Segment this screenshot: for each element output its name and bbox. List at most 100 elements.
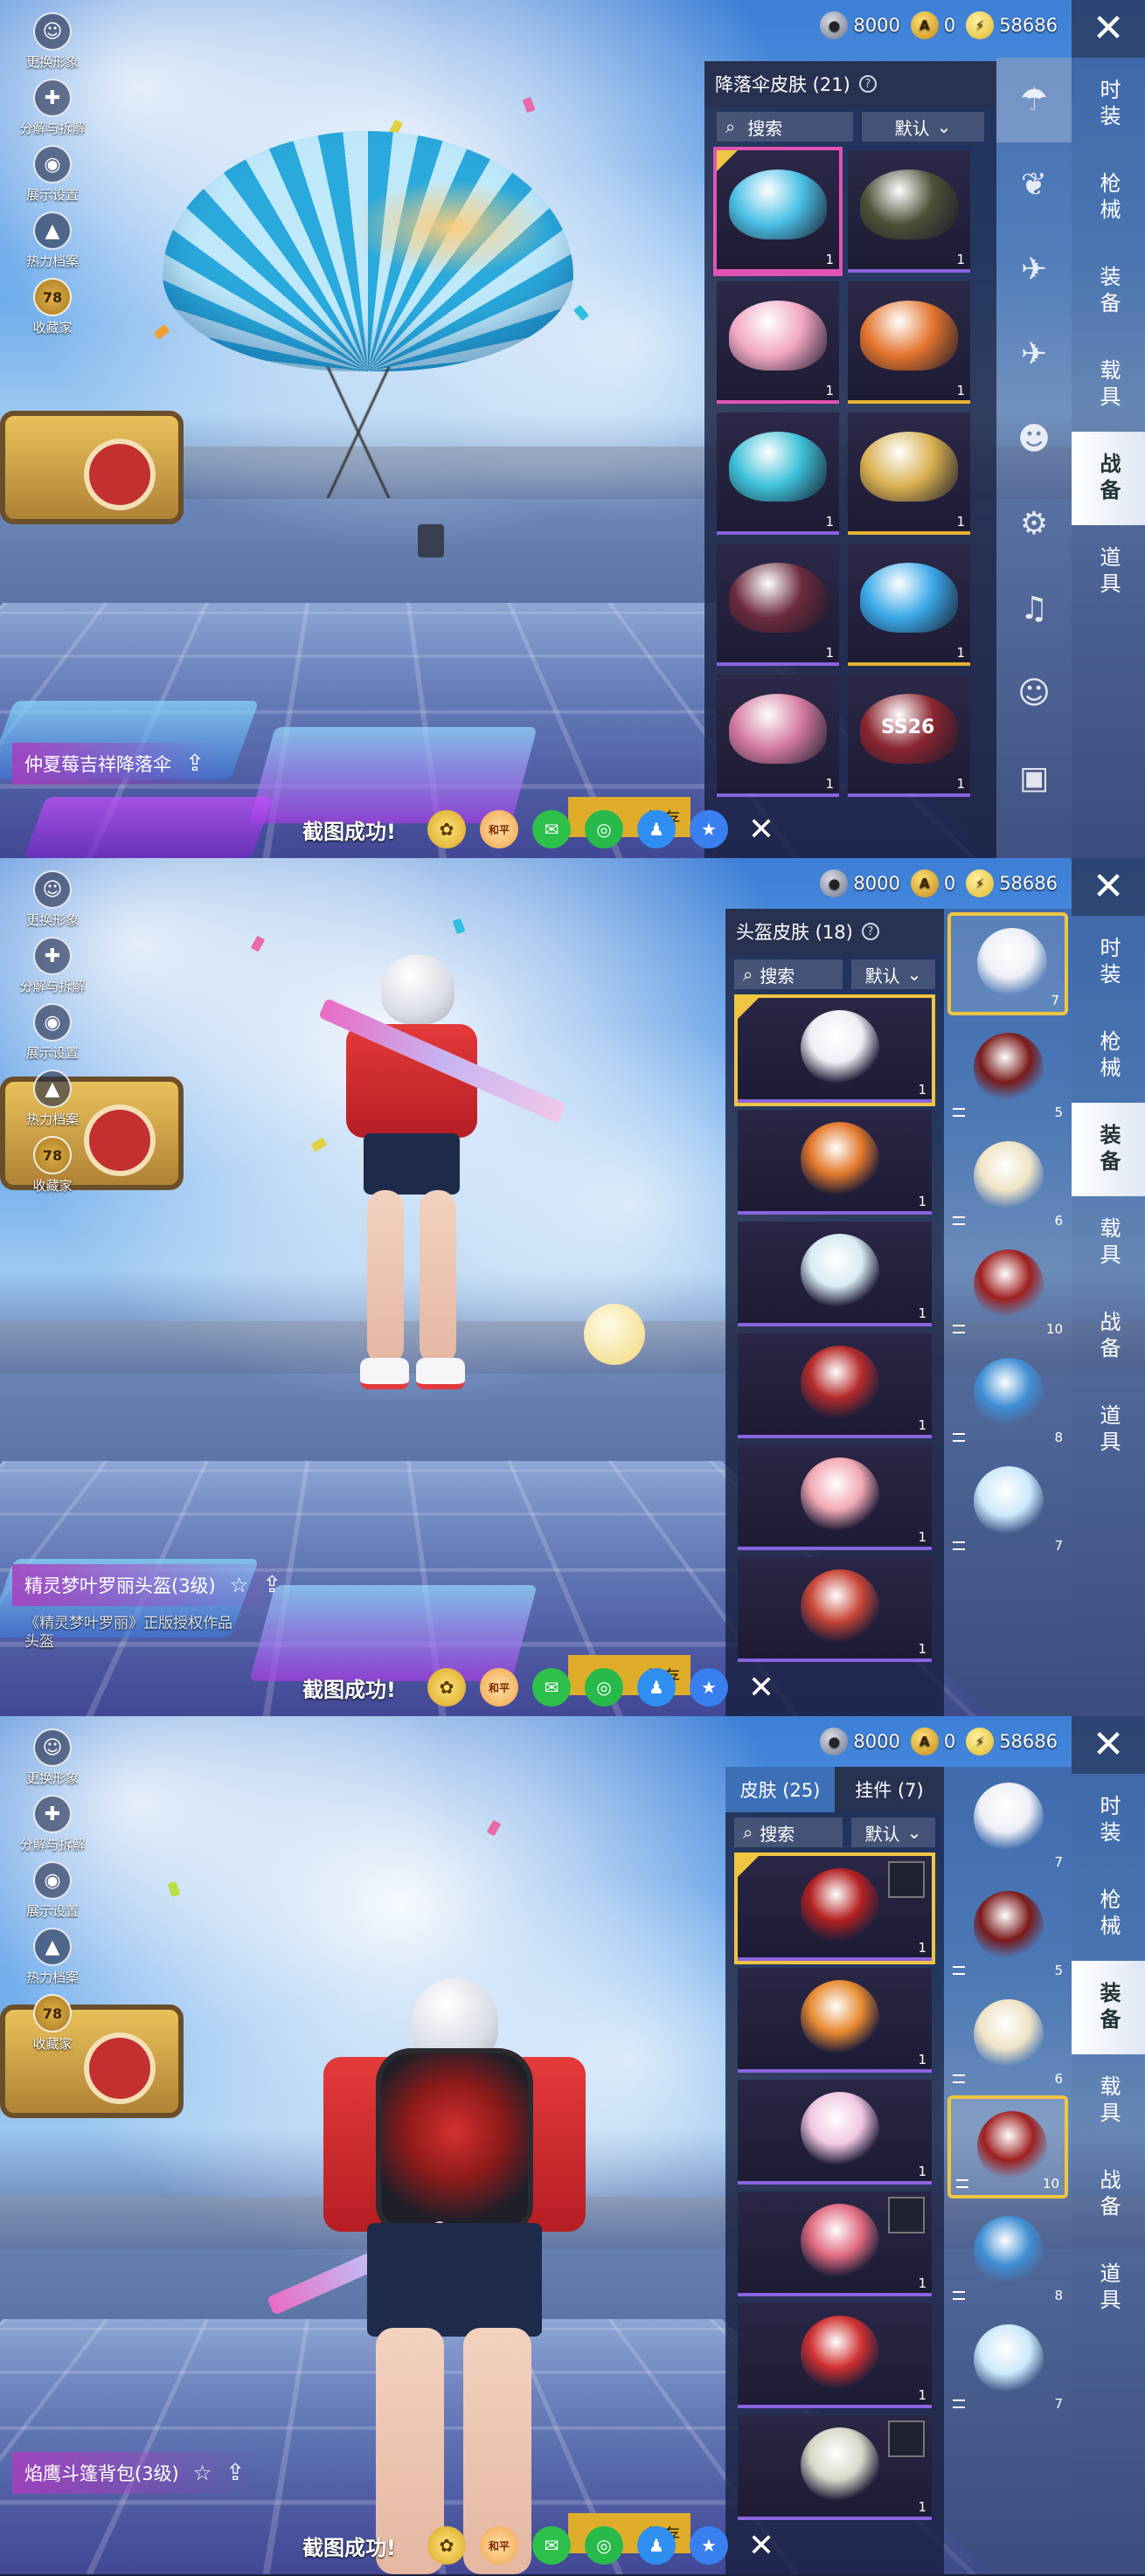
tab-fashion[interactable]: 时装 (1072, 1774, 1145, 1867)
qq-icon[interactable]: ♟ (636, 2526, 676, 2565)
tab-props[interactable]: 道具 (1072, 2241, 1145, 2335)
coin-share-icon[interactable]: ✿ (427, 2526, 466, 2565)
robot-type-icon[interactable]: ⚙ (996, 481, 1072, 566)
help-icon[interactable]: ? (858, 75, 877, 93)
close-share-icon[interactable]: ✕ (742, 810, 781, 848)
parachute-skin-item[interactable]: 1 (717, 544, 839, 666)
helmet-item[interactable]: 1 (734, 994, 935, 1106)
sound-type-icon[interactable]: ♫ (996, 566, 1072, 651)
qzone-icon[interactable]: ★ (689, 810, 728, 848)
equipped-slot[interactable]: 10 (947, 1237, 1068, 1340)
parachute-skin-item[interactable]: 1 (717, 281, 839, 404)
tab-vehicles[interactable]: 载具 (1072, 2054, 1145, 2148)
tab-vehicles[interactable]: 载具 (1072, 338, 1145, 432)
equipped-slot[interactable]: 6 (947, 1987, 1068, 2090)
backpack-item[interactable]: 1 (738, 1968, 932, 2073)
tab-props[interactable]: 道具 (1072, 525, 1145, 619)
sort-dropdown[interactable]: 默认 ⌄ (851, 1818, 935, 1847)
tab-battle-gear[interactable]: 战备 (1072, 1290, 1145, 1383)
wechat-icon[interactable]: ✉ (531, 810, 571, 848)
tab-equipment[interactable]: 装备 (1072, 1961, 1145, 2054)
parachute-skin-item[interactable]: 1 (848, 412, 970, 535)
wechat-icon[interactable]: ✉ (531, 2526, 571, 2565)
equipped-slot[interactable]: 7 (947, 1770, 1068, 1873)
helmet-item[interactable]: 1 (738, 1110, 932, 1215)
wechat-icon[interactable]: ✉ (531, 1668, 571, 1707)
equipped-slot[interactable]: 7 (947, 912, 1068, 1015)
menu-change-avatar[interactable]: ☺ 更换形象 (12, 870, 93, 937)
equipped-slot[interactable]: 10 (947, 2095, 1068, 2199)
tab-fashion[interactable]: 时装 (1072, 916, 1145, 1009)
menu-collector[interactable]: 78 收藏家 (12, 1136, 93, 1202)
sticker-type-icon[interactable]: ☺ (996, 651, 1072, 736)
equipped-slot[interactable]: 8 (947, 1346, 1068, 1449)
menu-collector[interactable]: 78 收藏家 (12, 278, 93, 344)
currency-bp[interactable]: ⚡ 58686 (966, 1728, 1058, 1755)
sort-dropdown[interactable]: 默认 ⌄ (862, 112, 984, 142)
moments-icon[interactable]: ◎ (584, 810, 623, 848)
close-button[interactable]: ✕ (1072, 0, 1145, 58)
peace-share-icon[interactable]: 和平 (479, 810, 518, 848)
menu-decompose[interactable]: ✚ 分解与拆解 (12, 79, 93, 145)
close-share-icon[interactable]: ✕ (742, 2526, 781, 2565)
help-icon[interactable]: ? (861, 923, 879, 940)
qzone-icon[interactable]: ★ (689, 2526, 728, 2565)
currency-silver[interactable]: ● 8000 (820, 11, 900, 39)
equipped-slot[interactable]: 7 (947, 2312, 1068, 2415)
tab-weapons[interactable]: 枪械 (1072, 1009, 1145, 1103)
helmet-item[interactable]: 1 (738, 1445, 932, 1550)
tab-props[interactable]: 道具 (1072, 1383, 1145, 1477)
equipped-slot[interactable]: 8 (947, 2204, 1068, 2307)
menu-display-settings[interactable]: ◉ 展示设置 (12, 1861, 93, 1928)
close-button[interactable]: ✕ (1072, 1716, 1145, 1774)
menu-decompose[interactable]: ✚ 分解与拆解 (12, 1795, 93, 1861)
tab-fashion[interactable]: 时装 (1072, 58, 1145, 151)
moments-icon[interactable]: ◎ (584, 1668, 623, 1707)
tab-battle-gear[interactable]: 战备 (1072, 2148, 1145, 2241)
qzone-icon[interactable]: ★ (689, 1668, 728, 1707)
tab-skins[interactable]: 皮肤 (25) (725, 1767, 835, 1812)
menu-change-avatar[interactable]: ☺ 更换形象 (12, 1728, 93, 1795)
menu-collector[interactable]: 78 收藏家 (12, 1994, 93, 2060)
moments-icon[interactable]: ◎ (584, 2526, 623, 2565)
share-icon[interactable]: ⇪ (262, 1572, 281, 1598)
menu-display-settings[interactable]: ◉ 展示设置 (12, 145, 93, 211)
player-character[interactable] (318, 954, 566, 1444)
tab-equipment[interactable]: 装备 (1072, 245, 1145, 338)
helmet-item[interactable]: 1 (738, 1557, 932, 1662)
tab-equipment[interactable]: 装备 (1072, 1103, 1145, 1196)
currency-ag[interactable]: A0 (910, 1728, 955, 1755)
star-icon[interactable]: ☆ (230, 1573, 249, 1597)
currency-ag[interactable]: A0 (910, 869, 955, 897)
sort-dropdown[interactable]: 默认 ⌄ (851, 959, 935, 989)
currency-bp[interactable]: ⚡ 58686 (966, 869, 1058, 897)
parachute-skin-item[interactable]: 1 (848, 150, 970, 273)
glider-type-icon[interactable]: ✈ (996, 227, 1072, 312)
coin-share-icon[interactable]: ✿ (427, 810, 466, 848)
coin-share-icon[interactable]: ✿ (427, 1668, 466, 1707)
tab-weapons[interactable]: 枪械 (1072, 151, 1145, 245)
qq-icon[interactable]: ♟ (636, 810, 676, 848)
currency-silver[interactable]: ● 8000 (820, 1728, 900, 1755)
parachute-skin-item[interactable]: 1 (848, 281, 970, 404)
menu-heat-archive[interactable]: ▲ 热力档案 (12, 1928, 93, 1994)
peace-share-icon[interactable]: 和平 (479, 1668, 518, 1707)
backpack-item[interactable]: 1 (734, 1852, 935, 1964)
share-icon[interactable]: ⇪ (185, 751, 205, 777)
star-icon[interactable]: ☆ (193, 2461, 212, 2485)
search-input[interactable]: ⌕ 搜索 (734, 959, 843, 989)
parachute-skin-item[interactable]: 1 (717, 675, 839, 797)
helmet-item[interactable]: 1 (738, 1333, 932, 1438)
equipped-slot[interactable]: 7 (947, 1454, 1068, 1557)
qq-icon[interactable]: ♟ (636, 1668, 676, 1707)
currency-silver[interactable]: ● 8000 (820, 869, 900, 897)
currency-bp[interactable]: ⚡ 58686 (966, 11, 1058, 39)
close-share-icon[interactable]: ✕ (742, 1668, 781, 1707)
helmet-item[interactable]: 1 (738, 1222, 932, 1326)
parachute-skin-item[interactable]: SS26 1 (848, 675, 970, 797)
search-input[interactable]: ⌕ 搜索 (734, 1818, 843, 1847)
backpack-item[interactable]: 1 (738, 2080, 932, 2185)
wings-type-icon[interactable]: ❦ (996, 142, 1072, 227)
menu-heat-archive[interactable]: ▲ 热力档案 (12, 211, 93, 278)
pet-chick[interactable] (584, 1304, 645, 1365)
